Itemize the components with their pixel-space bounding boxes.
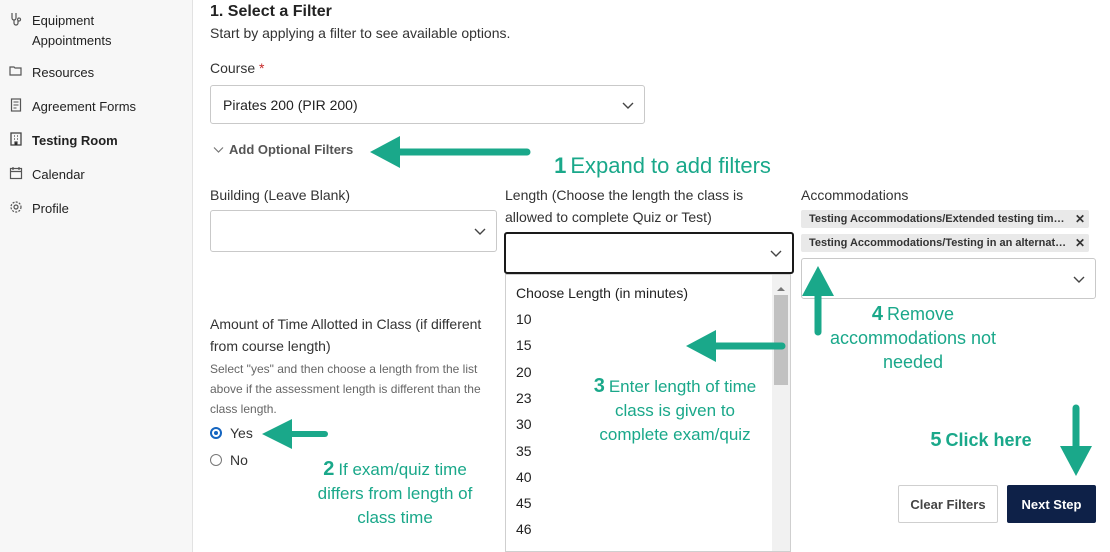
annotation-1: 1 Expand to add filters (535, 152, 790, 180)
sidebar-item-label: Profile (32, 201, 69, 216)
radio-yes[interactable]: Yes (210, 425, 253, 441)
sidebar-item-testing-room[interactable]: Testing Room (8, 131, 118, 151)
annotation-number: 3 (593, 375, 605, 397)
annotation-2: 2 If exam/quiz time differs from length o… (300, 457, 490, 530)
sidebar-item-resources[interactable]: Resources (8, 63, 94, 83)
annotation-number: 4 (871, 303, 884, 325)
close-icon[interactable]: ✕ (1075, 212, 1085, 226)
course-select[interactable]: Pirates 200 (PIR 200) (210, 85, 645, 124)
chevron-down-icon (770, 245, 782, 261)
radio-button[interactable] (210, 454, 222, 466)
radio-button-checked[interactable] (210, 427, 222, 439)
sidebar-item-profile[interactable]: Profile (8, 199, 69, 219)
dropdown-option[interactable]: 15 (516, 337, 532, 353)
dropdown-option[interactable]: 45 (516, 495, 532, 511)
close-icon[interactable]: ✕ (1075, 236, 1085, 250)
building-label: Building (Leave Blank) (210, 187, 351, 203)
dropdown-option[interactable]: 20 (516, 364, 532, 380)
accommodations-select[interactable] (801, 258, 1096, 299)
annotation-text: Click here (945, 430, 1032, 450)
dropdown-option[interactable]: 40 (516, 469, 532, 485)
add-optional-filters-label: Add Optional Filters (229, 142, 354, 157)
dropdown-option[interactable]: 46 (516, 521, 532, 537)
document-icon (8, 97, 24, 113)
sidebar-item-calendar[interactable]: Calendar (8, 165, 85, 185)
radio-label: No (230, 452, 248, 468)
step-subtitle: Start by applying a filter to see availa… (210, 25, 511, 41)
radio-no[interactable]: No (210, 452, 248, 468)
folder-icon (8, 63, 24, 79)
course-label: Course * (210, 57, 264, 79)
time-allotted-help: Select "yes" and then choose a length fr… (210, 362, 481, 416)
sidebar-item-label: Testing Room (32, 133, 118, 148)
annotation-number: 2 (323, 458, 335, 480)
accommodation-chip: Testing Accommodations/Extended testing … (801, 210, 1089, 228)
dropdown-option[interactable]: 10 (516, 311, 532, 327)
required-mark: * (259, 60, 265, 76)
sidebar-item-label: Resources (32, 65, 95, 80)
accommodations-label: Accommodations (801, 187, 909, 203)
dropdown-option[interactable]: 30 (516, 416, 532, 432)
annotation-number: 5 (930, 429, 942, 451)
chip-label: Testing Accommodations/Extended testing … (809, 213, 1067, 225)
chip-label: Testing Accommodations/Testing in an alt… (809, 237, 1067, 249)
dropdown-option[interactable]: 35 (516, 443, 532, 459)
annotation-4: 4 Remove accommodations not needed (828, 302, 998, 374)
annotation-text: Remove accommodations not needed (829, 304, 997, 372)
sidebar-item-agreement-forms[interactable]: Agreement Forms (8, 97, 136, 117)
step-title: 1. Select a Filter (210, 3, 332, 20)
accommodation-chip: Testing Accommodations/Testing in an alt… (801, 234, 1089, 252)
annotation-text: Enter length of time class is given to c… (599, 377, 757, 444)
course-select-value: Pirates 200 (PIR 200) (223, 96, 358, 113)
annotation-number: 1 (554, 153, 567, 178)
sidebar-item-label: Agreement Forms (32, 99, 137, 114)
dropdown-option[interactable]: Choose Length (in minutes) (516, 285, 688, 301)
sidebar-item-label: Equipment Appointments (32, 13, 112, 48)
annotation-5: 5 Click here (916, 428, 1046, 452)
sidebar: Equipment Appointments Resources Agreeme… (0, 0, 193, 552)
calendar-icon (8, 165, 24, 181)
chevron-down-icon (474, 223, 486, 239)
equipment-icon (8, 11, 24, 27)
chevron-down-icon (213, 146, 224, 154)
sidebar-item-equipment-appointments[interactable]: Equipment Appointments (8, 11, 142, 51)
next-step-button[interactable]: Next Step (1007, 485, 1096, 523)
gear-icon (8, 199, 24, 215)
annotation-text: Expand to add filters (570, 153, 771, 178)
building-icon (8, 131, 24, 147)
annotation-text: If exam/quiz time differs from length of… (317, 460, 473, 527)
radio-label: Yes (230, 425, 253, 441)
clear-filters-button[interactable]: Clear Filters (898, 485, 998, 523)
dropdown-option[interactable]: 23 (516, 390, 532, 406)
chevron-down-icon (1073, 271, 1085, 287)
sidebar-item-label: Calendar (32, 167, 85, 182)
annotation-3: 3 Enter length of time class is given to … (580, 374, 770, 447)
length-select[interactable] (504, 232, 794, 274)
chevron-down-icon (622, 97, 634, 113)
course-label-text: Course (210, 60, 256, 76)
time-allotted-label: Amount of Time Allotted in Class (if dif… (210, 316, 482, 354)
length-label: Length (Choose the length the class is a… (505, 187, 744, 225)
dropdown-scrollbar[interactable] (772, 275, 790, 551)
add-optional-filters-toggle[interactable]: Add Optional Filters (213, 142, 353, 157)
building-select[interactable] (210, 210, 497, 252)
scrollbar-thumb[interactable] (774, 295, 788, 385)
